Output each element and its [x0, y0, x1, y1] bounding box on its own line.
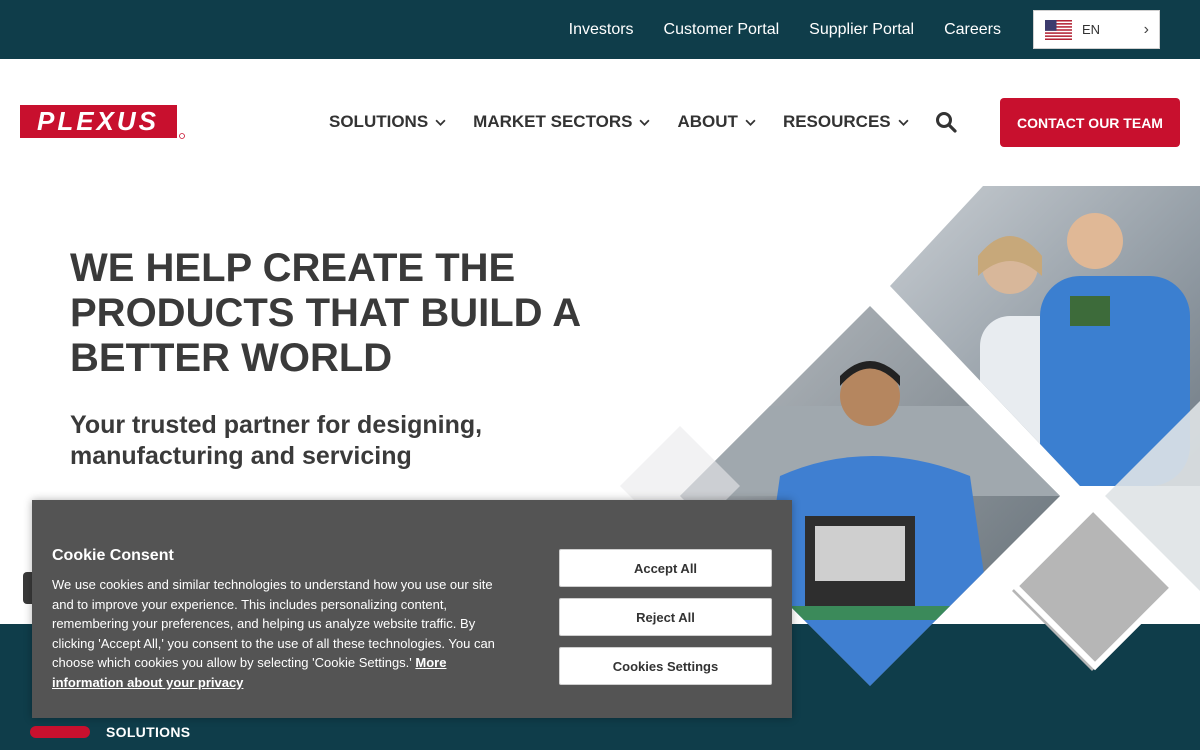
- nav-about[interactable]: ABOUT: [677, 112, 756, 132]
- nav-market-sectors-label: MARKET SECTORS: [473, 112, 633, 131]
- utility-links: Investors Customer Portal Supplier Porta…: [569, 0, 1001, 59]
- nav-solutions[interactable]: SOLUTIONS: [329, 112, 446, 132]
- nav-solutions-label: SOLUTIONS: [329, 112, 429, 131]
- customer-portal-link[interactable]: Customer Portal: [664, 21, 780, 39]
- nav-about-label: ABOUT: [677, 112, 738, 131]
- cookie-body: We use cookies and similar technologies …: [52, 575, 507, 693]
- nav-resources[interactable]: RESOURCES: [783, 112, 909, 132]
- solutions-section-label: SOLUTIONS: [106, 724, 191, 740]
- language-label: EN: [1082, 22, 1101, 37]
- chevron-right-icon: ›: [1143, 21, 1149, 38]
- main-nav: SOLUTIONS MARKET SECTORS ABOUT RESOURCES: [329, 112, 909, 132]
- cookie-consent-dialog: Cookie Consent We use cookies and simila…: [32, 500, 792, 718]
- chevron-down-icon: [435, 119, 446, 126]
- chevron-down-icon: [639, 119, 651, 126]
- cookie-settings-button[interactable]: Cookies Settings: [559, 647, 772, 685]
- search-icon[interactable]: [935, 111, 957, 133]
- language-selector[interactable]: EN ›: [1033, 10, 1160, 49]
- contact-our-team-button[interactable]: CONTACT OUR TEAM: [1000, 98, 1180, 147]
- supplier-portal-link[interactable]: Supplier Portal: [809, 21, 914, 39]
- nav-market-sectors[interactable]: MARKET SECTORS: [473, 112, 651, 132]
- plexus-logo[interactable]: PLEXUS: [20, 105, 187, 141]
- us-flag-icon: [1045, 20, 1072, 40]
- investors-link[interactable]: Investors: [569, 21, 634, 39]
- hero-title: WE HELP CREATE THE PRODUCTS THAT BUILD A…: [70, 246, 580, 380]
- svg-text:PLEXUS: PLEXUS: [37, 106, 159, 136]
- nav-resources-label: RESOURCES: [782, 112, 891, 131]
- hero-subtitle: Your trusted partner for designing, manu…: [70, 411, 483, 470]
- accept-all-button[interactable]: Accept All: [559, 549, 772, 587]
- reject-all-button[interactable]: Reject All: [559, 598, 772, 636]
- careers-link[interactable]: Careers: [944, 21, 1001, 39]
- page: Investors Customer Portal Supplier Porta…: [0, 0, 1200, 750]
- section-accent-bar: [30, 726, 90, 738]
- cookie-title: Cookie Consent: [52, 547, 174, 564]
- chevron-down-icon: [898, 119, 909, 126]
- chevron-down-icon: [745, 119, 756, 126]
- utility-bar: Investors Customer Portal Supplier Porta…: [0, 0, 1200, 59]
